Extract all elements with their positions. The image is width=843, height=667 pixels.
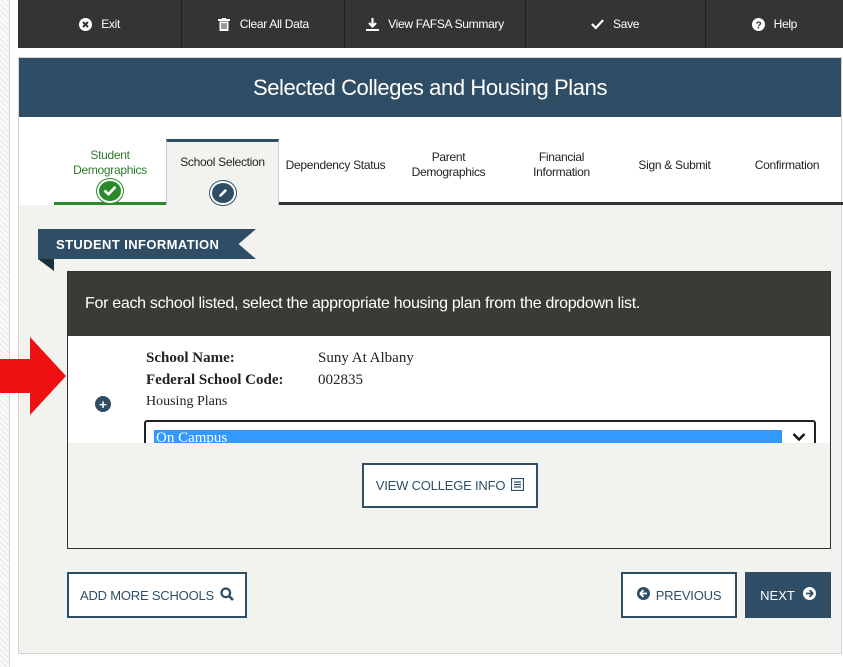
search-icon <box>220 586 234 604</box>
help-button[interactable]: ? Help <box>706 0 843 48</box>
exit-button[interactable]: Exit <box>18 0 183 48</box>
tab-label: Financial Information <box>533 150 590 179</box>
close-circle-icon <box>79 17 93 31</box>
school-name-row: School Name: Suny At Albany <box>146 350 414 367</box>
red-annotation-arrow-icon <box>0 337 66 415</box>
pencil-circle-icon <box>209 180 236 205</box>
trash-icon <box>218 17 231 31</box>
school-name-label: School Name: <box>146 350 235 366</box>
progress-tabs: Student Demographics School Selection Dep… <box>19 117 843 205</box>
school-code-label: Federal School Code: <box>146 372 284 388</box>
tab-label: Parent Demographics <box>411 150 486 179</box>
previous-label: PREVIOUS <box>655 587 722 603</box>
view-college-info-button[interactable]: VIEW COLLEGE INFO <box>362 463 538 508</box>
tab-label: Confirmation <box>754 157 820 172</box>
exit-label: Exit <box>101 17 120 31</box>
next-label: NEXT <box>760 587 795 603</box>
housing-plans-label: Housing Plans <box>146 394 228 409</box>
next-button[interactable]: NEXT <box>745 572 831 618</box>
tab-label: Student Demographics <box>73 148 147 178</box>
clear-all-data-button[interactable]: Clear All Data <box>182 0 346 48</box>
school-code-value: 002835 <box>318 372 363 388</box>
school-name-value: Suny At Albany <box>318 350 414 366</box>
tab-sign-submit[interactable]: Sign & Submit <box>618 117 731 203</box>
save-button[interactable]: Save <box>526 0 706 48</box>
svg-text:?: ? <box>755 20 761 31</box>
view-fafsa-summary-button[interactable]: View FAFSA Summary <box>345 0 526 48</box>
tab-label: School Selection <box>180 154 265 169</box>
panel-footer: VIEW COLLEGE INFO <box>68 443 830 548</box>
tab-student-demographics[interactable]: Student Demographics <box>54 117 166 203</box>
list-icon <box>511 477 525 494</box>
left-hatch-border <box>0 0 10 667</box>
arrow-left-circle-icon <box>636 587 650 603</box>
question-circle-icon: ? <box>751 17 765 31</box>
ribbon-fold <box>38 259 54 271</box>
clear-all-data-label: Clear All Data <box>239 17 309 31</box>
tab-school-selection[interactable]: School Selection <box>166 139 279 205</box>
check-circle-icon <box>97 178 123 203</box>
panel-instruction: For each school listed, select the appro… <box>68 272 830 336</box>
tab-parent-demographics[interactable]: Parent Demographics <box>392 117 505 203</box>
page-title: Selected Colleges and Housing Plans <box>19 58 841 117</box>
tab-confirmation[interactable]: Confirmation <box>731 117 843 203</box>
school-entry: + School Name: Suny At Albany Federal Sch… <box>68 336 830 456</box>
add-more-schools-button[interactable]: ADD MORE SCHOOLS <box>67 572 247 618</box>
arrow-right-circle-icon <box>802 587 816 603</box>
view-college-info-label: VIEW COLLEGE INFO <box>375 478 506 493</box>
top-toolbar: Exit Clear All Data View FAFSA Summary S… <box>18 0 843 48</box>
tab-label: Sign & Submit <box>638 157 711 172</box>
view-fafsa-summary-label: View FAFSA Summary <box>388 17 504 31</box>
school-panel: For each school listed, select the appro… <box>67 271 831 549</box>
previous-button[interactable]: PREVIOUS <box>621 572 737 618</box>
tab-label: Dependency Status <box>285 157 386 172</box>
check-icon <box>591 18 604 31</box>
tab-financial-information[interactable]: Financial Information <box>505 117 618 203</box>
save-label: Save <box>613 17 640 31</box>
school-code-row: Federal School Code: 002835 <box>146 372 363 389</box>
download-icon <box>366 17 380 31</box>
tab-dependency-status[interactable]: Dependency Status <box>279 117 392 203</box>
expand-plus-icon[interactable]: + <box>95 396 111 412</box>
section-label-ribbon: STUDENT INFORMATION <box>38 229 256 259</box>
add-more-schools-label: ADD MORE SCHOOLS <box>79 587 215 603</box>
main-card: Selected Colleges and Housing Plans Stud… <box>18 57 843 654</box>
help-label: Help <box>773 17 798 31</box>
